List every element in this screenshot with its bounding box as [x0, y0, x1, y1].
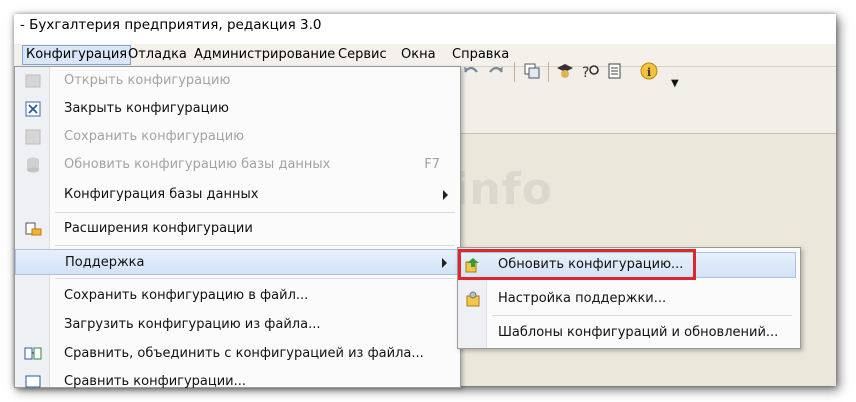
save-config-icon	[25, 129, 41, 145]
open-config-icon	[25, 74, 41, 88]
menu-item-label: Обновить конфигурацию базы данных	[64, 157, 331, 172]
menu-separator	[55, 245, 455, 246]
menu-item-compare-merge[interactable]: Сравнить, объединить с конфигурацией из …	[15, 341, 460, 367]
menu-separator	[55, 212, 455, 213]
submenu-arrow-icon	[443, 190, 448, 200]
toolbar-separator	[514, 62, 515, 82]
window-title: - Бухгалтерия предприятия, редакция 3.0	[20, 17, 322, 33]
menu-item-label: Сравнить конфигурации...	[64, 374, 247, 389]
search-back-icon[interactable]	[462, 62, 480, 80]
submenu-item-templates[interactable]: Шаблоны конфигураций и обновлений...	[458, 319, 800, 347]
menu-item-close-config[interactable]: Закрыть конфигурацию	[15, 96, 460, 122]
info-icon[interactable]: i	[640, 62, 658, 80]
submenu-arrow-icon	[442, 258, 447, 268]
title-bar: - Бухгалтерия предприятия, редакция 3.0	[14, 14, 836, 44]
search-forward-icon[interactable]	[487, 62, 505, 80]
submenu-item-label: Шаблоны конфигураций и обновлений...	[498, 325, 779, 340]
chevron-down-icon[interactable]: ▼	[671, 78, 679, 89]
menu-bar: Конфигурация Отладка Администрирование С…	[14, 44, 836, 67]
menu-item-load-from-file[interactable]: Загрузить конфигурацию из файла...	[15, 312, 460, 338]
menu-administration[interactable]: Администрирование	[192, 47, 337, 63]
shortcut-f7: F7	[424, 157, 440, 172]
menu-item-label: Загрузить конфигурацию из файла...	[64, 317, 321, 332]
menu-item-label: Поддержка	[65, 255, 145, 270]
menu-item-save-config[interactable]: Сохранить конфигурацию	[15, 124, 460, 150]
menu-item-label: Закрыть конфигурацию	[64, 101, 229, 116]
support-settings-icon	[466, 291, 480, 307]
menu-item-label: Расширения конфигурации	[64, 221, 253, 236]
menu-service[interactable]: Сервис	[336, 47, 389, 63]
windows-icon[interactable]	[523, 62, 541, 80]
menu-item-label: Сохранить конфигурацию в файл...	[64, 288, 309, 303]
menu-separator	[55, 278, 455, 279]
document-icon[interactable]	[606, 62, 624, 80]
menu-item-compare-configs[interactable]: Сравнить конфигурации...	[15, 369, 460, 395]
menu-item-label: Конфигурация базы данных	[64, 187, 259, 202]
submenu-item-support-settings[interactable]: Настройка поддержки...	[458, 285, 800, 313]
menu-item-support[interactable]: Поддержка	[15, 249, 460, 275]
toolbar-separator	[548, 62, 549, 82]
menu-item-label: Сравнить, объединить с конфигурацией из …	[64, 346, 424, 361]
compare-configs-icon	[25, 375, 41, 388]
menu-debug[interactable]: Отладка	[126, 47, 189, 63]
menu-item-update-db-config[interactable]: Обновить конфигурацию базы данных F7	[15, 152, 460, 178]
svg-text:i: i	[647, 66, 651, 79]
menu-item-db-config[interactable]: Конфигурация базы данных	[15, 182, 460, 208]
menu-item-label: Сохранить конфигурацию	[64, 129, 245, 144]
submenu-item-label: Настройка поддержки...	[498, 291, 667, 306]
user-hat-icon[interactable]	[556, 62, 574, 80]
svg-text:?: ?	[582, 65, 589, 80]
help-search-icon[interactable]: ?	[582, 62, 600, 80]
submenu-separator	[492, 315, 792, 316]
menu-item-save-to-file[interactable]: Сохранить конфигурацию в файл...	[15, 283, 460, 309]
highlight-annotation-box	[458, 249, 696, 280]
menu-item-open-config[interactable]: Открыть конфигурацию	[15, 68, 460, 94]
close-config-icon	[25, 101, 41, 117]
configuration-menu: Открыть конфигурацию Закрыть конфигураци…	[14, 66, 461, 389]
menu-configuration[interactable]: Конфигурация	[22, 45, 132, 65]
menu-item-extensions[interactable]: Расширения конфигурации	[15, 216, 460, 242]
extensions-icon	[25, 222, 42, 236]
menu-item-label: Открыть конфигурацию	[64, 73, 231, 88]
menu-windows[interactable]: Окна	[399, 47, 438, 63]
menu-help[interactable]: Справка	[450, 47, 511, 63]
database-icon	[27, 157, 39, 173]
compare-merge-icon	[24, 347, 42, 360]
